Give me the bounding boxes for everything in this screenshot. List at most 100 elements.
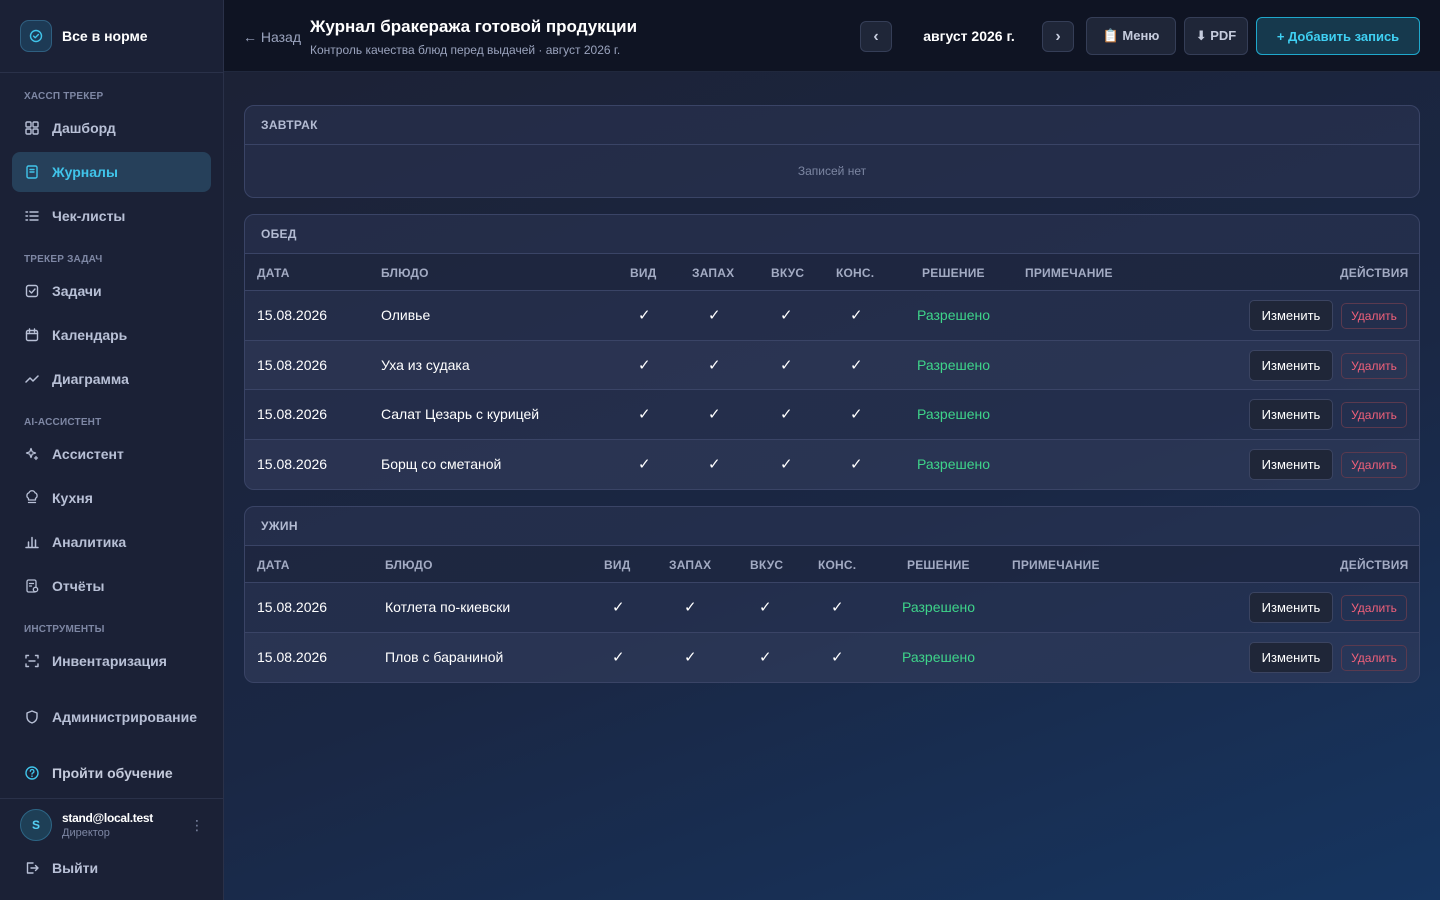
sidebar-item-assistant[interactable]: Ассистент: [12, 434, 211, 474]
section-title-haccp: ХАССП ТРЕКЕР: [24, 91, 104, 102]
sidebar: Все в норме ХАССП ТРЕКЕР Дашборд Журналы…: [0, 0, 224, 900]
back-link[interactable]: ← Назад: [243, 29, 301, 45]
check-icon: ✓: [780, 307, 793, 324]
prev-month-button[interactable]: ‹: [860, 21, 892, 52]
brand-title: Все в норме: [62, 28, 148, 44]
col-dish: БЛЮДО: [385, 558, 433, 572]
col-decision: РЕШЕНИЕ: [922, 266, 985, 280]
col-taste: ВКУС: [771, 266, 805, 280]
sidebar-item-label: Дашборд: [52, 120, 116, 136]
check-icon: ✓: [831, 648, 844, 666]
check-icon: ✓: [638, 307, 651, 324]
check-icon: ✓: [638, 406, 651, 423]
col-decision: РЕШЕНИЕ: [907, 558, 970, 572]
edit-button[interactable]: Изменить: [1249, 641, 1333, 673]
check-icon: ✓: [612, 648, 625, 666]
check-icon: ✓: [708, 307, 721, 324]
help-icon: [25, 766, 39, 780]
menu-button[interactable]: 📋 Меню: [1086, 17, 1176, 55]
sidebar-item-diagram[interactable]: Диаграмма: [12, 359, 211, 399]
edit-button[interactable]: Изменить: [1249, 300, 1333, 331]
edit-button[interactable]: Изменить: [1249, 349, 1333, 381]
col-look: ВИД: [630, 266, 657, 280]
sidebar-item-label: Администрирование: [52, 709, 197, 725]
card-title: ЗАВТРАК: [245, 106, 1419, 145]
user-menu-icon[interactable]: ⋮: [190, 816, 204, 834]
main-content: ЗАВТРАК Записей нет ОБЕД ДАТА БЛЮДО ВИД …: [224, 72, 1440, 900]
section-title-tasks: ТРЕКЕР ЗАДАЧ: [24, 254, 103, 265]
sidebar-item-administration[interactable]: Администрирование: [12, 697, 211, 737]
cell-date: 15.08.2026: [257, 307, 328, 323]
sidebar-item-logout[interactable]: Выйти: [12, 848, 211, 888]
decision-status: Разрешено: [917, 406, 991, 422]
edit-button[interactable]: Изменить: [1249, 399, 1333, 430]
sidebar-item-dashboard[interactable]: Дашборд: [12, 108, 211, 148]
sidebar-item-label: Выйти: [52, 860, 99, 876]
status-ok-icon: [20, 20, 52, 52]
delete-button[interactable]: Удалить: [1341, 644, 1407, 671]
check-icon: ✓: [850, 406, 863, 423]
cell-dish: Уха из судака: [381, 356, 470, 373]
sidebar-item-label: Чек-листы: [52, 208, 126, 224]
table-header: ДАТА БЛЮДО ВИД ЗАПАХ ВКУС КОНС. РЕШЕНИЕ …: [245, 254, 1419, 291]
header: ← Назад Журнал бракеража готовой продукц…: [224, 0, 1440, 72]
table-row: 15.08.2026 Плов с бараниной ✓ ✓ ✓ ✓ Разр…: [245, 632, 1419, 682]
decision-status: Разрешено: [917, 356, 991, 373]
delete-button[interactable]: Удалить: [1341, 595, 1407, 621]
calendar-icon: [25, 328, 39, 342]
sidebar-item-calendar[interactable]: Календарь: [12, 315, 211, 355]
sidebar-item-checklists[interactable]: Чек-листы: [12, 196, 211, 236]
cell-date: 15.08.2026: [257, 648, 328, 665]
edit-button[interactable]: Изменить: [1249, 448, 1333, 480]
col-texture: КОНС.: [836, 266, 875, 280]
decision-status: Разрешено: [917, 307, 991, 323]
delete-button[interactable]: Удалить: [1341, 451, 1407, 478]
sidebar-item-analytics[interactable]: Аналитика: [12, 522, 211, 562]
delete-button[interactable]: Удалить: [1341, 352, 1407, 379]
brand: Все в норме: [0, 0, 223, 73]
user-email: stand@local.test: [62, 811, 153, 825]
delete-button[interactable]: Удалить: [1341, 402, 1407, 428]
lunch-card: ОБЕД ДАТА БЛЮДО ВИД ЗАПАХ ВКУС КОНС. РЕШ…: [244, 214, 1420, 490]
breakfast-card: ЗАВТРАК Записей нет: [244, 105, 1420, 198]
sidebar-item-tasks[interactable]: Задачи: [12, 271, 211, 311]
edit-button[interactable]: Изменить: [1249, 592, 1333, 623]
card-title: ОБЕД: [245, 215, 1419, 254]
dinner-card: УЖИН ДАТА БЛЮДО ВИД ЗАПАХ ВКУС КОНС. РЕШ…: [244, 506, 1420, 683]
sidebar-item-reports[interactable]: Отчёты: [12, 566, 211, 606]
cell-dish: Плов с бараниной: [385, 648, 504, 665]
col-dish: БЛЮДО: [381, 266, 429, 280]
decision-status: Разрешено: [917, 455, 991, 472]
table-row: 15.08.2026 Борщ со сметаной ✓ ✓ ✓ ✓ Разр…: [245, 439, 1419, 489]
empty-state: Записей нет: [797, 164, 867, 178]
sidebar-item-journals[interactable]: Журналы: [12, 152, 211, 192]
col-smell: ЗАПАХ: [669, 558, 712, 572]
cell-date: 15.08.2026: [257, 455, 328, 472]
page-subtitle: Контроль качества блюд перед выдачей · а…: [310, 43, 621, 57]
next-month-button[interactable]: ›: [1042, 21, 1074, 52]
col-look: ВИД: [604, 558, 631, 572]
cell-dish: Борщ со сметаной: [381, 455, 502, 472]
col-texture: КОНС.: [818, 558, 857, 572]
sidebar-item-kitchen[interactable]: Кухня: [12, 478, 211, 518]
delete-button[interactable]: Удалить: [1341, 303, 1407, 329]
check-icon: ✓: [638, 455, 651, 473]
line-chart-icon: [25, 375, 39, 383]
col-taste: ВКУС: [750, 558, 784, 572]
cell-dish: Салат Цезарь с курицей: [381, 406, 540, 422]
page-title: Журнал бракеража готовой продукции: [310, 17, 638, 36]
sidebar-item-inventory[interactable]: Инвентаризация: [12, 641, 211, 681]
sidebar-item-training[interactable]: Пройти обучение: [12, 753, 211, 793]
col-note: ПРИМЕЧАНИЕ: [1025, 266, 1113, 280]
check-icon: ✓: [759, 648, 772, 666]
check-icon: ✓: [831, 599, 844, 616]
bar-chart-icon: [25, 536, 39, 549]
add-record-button[interactable]: + Добавить запись: [1256, 17, 1420, 55]
card-title: УЖИН: [245, 507, 1419, 546]
user-role: Директор: [62, 827, 110, 839]
check-icon: ✓: [780, 406, 793, 423]
sidebar-item-label: Аналитика: [52, 534, 127, 550]
logout-icon: [26, 862, 39, 874]
check-icon: ✓: [612, 599, 625, 616]
pdf-button[interactable]: ⬇ PDF: [1184, 17, 1248, 55]
